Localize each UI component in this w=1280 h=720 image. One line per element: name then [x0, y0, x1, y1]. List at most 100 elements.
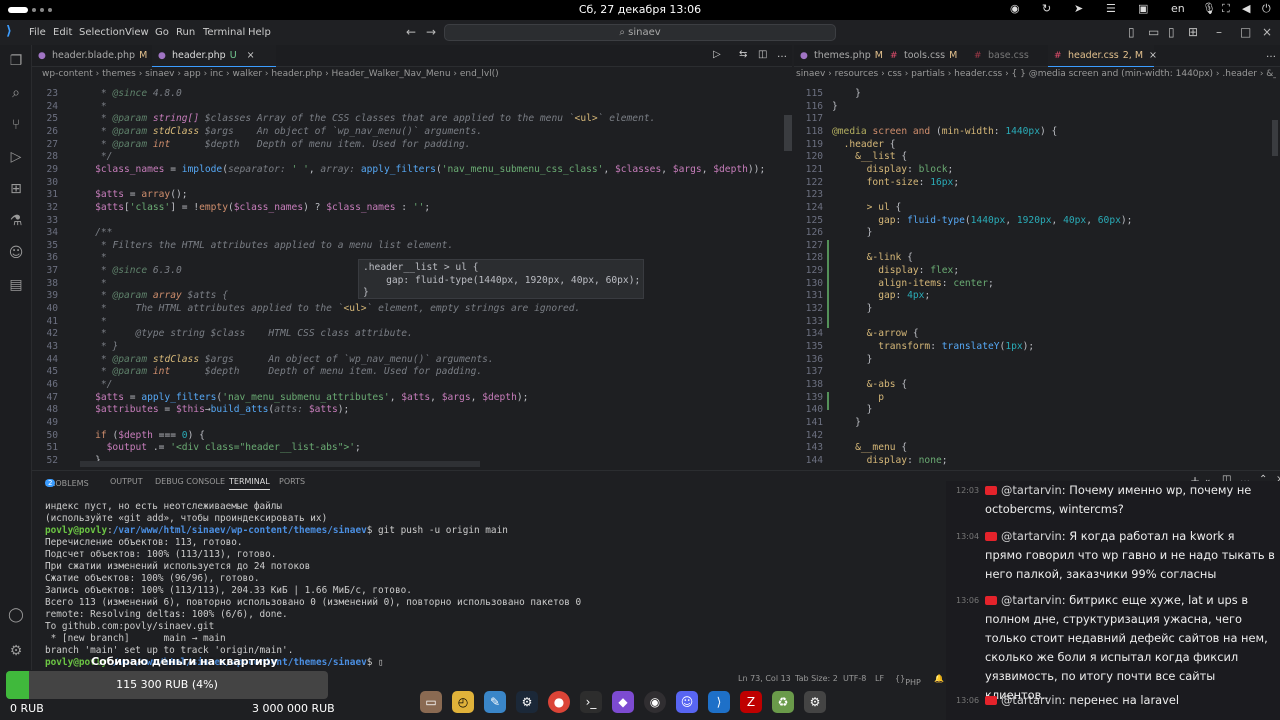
menu-file[interactable]: File — [29, 27, 46, 38]
code-line[interactable]: 137 — [796, 366, 1280, 379]
more-actions-icon[interactable]: … — [777, 49, 787, 60]
workspace-dot[interactable] — [32, 8, 36, 12]
code-line[interactable]: 140 } — [796, 404, 1280, 417]
code-text[interactable]: } — [832, 303, 873, 316]
compare-icon[interactable]: ⇆ — [739, 49, 747, 60]
terminal-output[interactable]: индекс пуст, но есть неотслеживаемые фай… — [45, 501, 581, 669]
close-window-icon[interactable]: × — [1262, 25, 1272, 39]
encoding[interactable]: UTF-8 — [843, 674, 866, 683]
split-editor-icon[interactable]: ◫ — [758, 49, 767, 60]
code-text[interactable]: $atts = array(); — [72, 189, 187, 202]
code-line[interactable]: 43 * } — [32, 341, 794, 354]
code-line[interactable]: 138 &-abs { — [796, 379, 1280, 392]
settings-icon[interactable]: ⚙ — [804, 691, 826, 713]
line-endings[interactable]: LF — [875, 674, 884, 683]
code-line[interactable]: 130 align-items: center; — [796, 278, 1280, 291]
right-editor-scrollbar[interactable] — [1272, 120, 1278, 156]
back-arrow-icon[interactable]: ← — [406, 25, 416, 39]
code-line[interactable]: 115 } — [796, 88, 1280, 101]
obs-tray-icon[interactable]: ◉ — [1010, 2, 1020, 15]
code-text[interactable]: * @param array $atts { — [72, 290, 228, 303]
code-text[interactable]: * @param int $depth Depth of menu item. … — [72, 139, 471, 152]
discord-tray-icon[interactable]: ▣ — [1138, 2, 1148, 15]
code-line[interactable]: 29 $class_names = implode(separator: ' '… — [32, 164, 794, 177]
menu-edit[interactable]: Edit — [53, 27, 72, 38]
code-text[interactable]: * } — [72, 341, 118, 354]
code-text[interactable]: } — [832, 88, 861, 101]
breadcrumb-right[interactable]: sinaev › resources › css › partials › he… — [796, 67, 1276, 82]
code-line[interactable]: 135 transform: translateY(1px); — [796, 341, 1280, 354]
menu-help[interactable]: Help — [248, 27, 271, 38]
code-text[interactable]: display: flex; — [832, 265, 959, 278]
toggle-panel-icon[interactable]: ▭ — [1148, 25, 1159, 39]
code-line[interactable]: 123 — [796, 189, 1280, 202]
language-mode[interactable]: {} PHP — [895, 674, 921, 687]
code-line[interactable]: 24 * — [32, 101, 794, 114]
code-line[interactable]: 122 font-size: 16px; — [796, 177, 1280, 190]
power-icon[interactable]: ⏻ — [1262, 2, 1271, 16]
menu-run[interactable]: Run — [176, 27, 195, 38]
clock-icon[interactable]: ◴ — [452, 691, 474, 713]
code-text[interactable]: * @since 4.8.0 — [72, 88, 182, 101]
tab-terminal[interactable]: TERMINAL — [229, 477, 270, 490]
tab-ports[interactable]: PORTS — [279, 477, 305, 486]
code-text[interactable]: font-size: 16px; — [832, 177, 959, 190]
code-line[interactable]: 34 /** — [32, 227, 794, 240]
obsidian-icon[interactable]: ◆ — [612, 691, 634, 713]
code-line[interactable]: 136 } — [796, 354, 1280, 367]
close-tab-icon[interactable]: × — [247, 50, 255, 61]
code-line[interactable]: 23 * @since 4.8.0 — [32, 88, 794, 101]
code-line[interactable]: 31 $atts = array(); — [32, 189, 794, 202]
code-line[interactable]: 45 * @param int $depth Depth of menu ite… — [32, 366, 794, 379]
remote-explorer-icon[interactable]: ▤ — [8, 277, 24, 293]
left-editor-scrollbar[interactable] — [784, 115, 792, 151]
right-code-editor[interactable]: 115 } 116} 117 118 @media screen and (min-wi… — [796, 84, 1280, 468]
telegram-tray-icon[interactable]: ➤ — [1074, 2, 1083, 15]
files-icon[interactable]: ▭ — [420, 691, 442, 713]
code-text[interactable]: > ul { — [832, 202, 902, 215]
filezilla-icon[interactable]: Z — [740, 691, 762, 713]
notifications-icon[interactable]: 🔔 — [934, 674, 944, 683]
source-control-icon[interactable]: ⑂ — [8, 117, 24, 133]
code-text[interactable]: * The HTML attributes applied to the `<u… — [72, 303, 580, 316]
obs-icon[interactable]: ◉ — [644, 691, 666, 713]
clock[interactable]: Сб, 27 декабря 13:06 — [560, 3, 720, 16]
account-icon[interactable]: ◯ — [8, 607, 24, 623]
tab-header-php[interactable]: ● header.php U × — [152, 45, 276, 67]
code-line[interactable]: 121 display: block; — [796, 164, 1280, 177]
code-line[interactable]: 125 gap: fluid-type(1440px, 1920px, 40px… — [796, 215, 1280, 228]
menu-selection[interactable]: Selection — [79, 27, 125, 38]
tab-debug-console[interactable]: DEBUG CONSOLE — [155, 477, 225, 486]
code-line[interactable]: 134 &-arrow { — [796, 328, 1280, 341]
code-line[interactable]: 50 if ($depth === 0) { — [32, 430, 794, 443]
steam-icon[interactable]: ⚙ — [516, 691, 538, 713]
tab-tools-css[interactable]: # tools.css M — [884, 45, 962, 67]
code-line[interactable]: 127 — [796, 240, 1280, 253]
vscode-icon[interactable]: ⟩ — [708, 691, 730, 713]
forward-arrow-icon[interactable]: → — [426, 25, 436, 39]
tab-base-css[interactable]: # base.css — [968, 45, 1042, 67]
code-text[interactable]: &-abs { — [832, 379, 907, 392]
code-line[interactable]: 47 $atts = apply_filters('nav_menu_subme… — [32, 392, 794, 405]
code-text[interactable]: align-items: center; — [832, 278, 994, 291]
workspace-indicator[interactable] — [8, 7, 28, 13]
code-line[interactable]: 51 $output .= '<div class="header__list-… — [32, 442, 794, 455]
code-text[interactable]: $attributes = $this→build_atts(atts: $at… — [72, 404, 349, 417]
toggle-sidebar-icon[interactable]: ▯ — [1128, 25, 1135, 39]
code-text[interactable]: */ — [72, 379, 113, 392]
toggle-secondary-sidebar-icon[interactable]: ▯ — [1168, 25, 1175, 39]
code-line[interactable]: 32 $atts['class'] = !empty($class_names)… — [32, 202, 794, 215]
menu-view[interactable]: View — [125, 27, 149, 38]
terminal-icon[interactable]: ›_ — [580, 691, 602, 713]
code-line[interactable]: 126 } — [796, 227, 1280, 240]
code-text[interactable]: * — [72, 252, 107, 265]
code-text[interactable]: } — [832, 101, 838, 114]
code-line[interactable]: 132 } — [796, 303, 1280, 316]
code-line[interactable]: 116} — [796, 101, 1280, 114]
code-text[interactable]: */ — [72, 151, 113, 164]
left-editor-h-scrollbar[interactable] — [80, 461, 480, 467]
tab-themes-php[interactable]: ● themes.php M — [794, 45, 883, 67]
code-text[interactable]: * @type string $class HTML CSS class att… — [72, 328, 413, 341]
equalizer-tray-icon[interactable]: ☰ — [1106, 2, 1116, 15]
run-debug-icon[interactable]: ▷ — [8, 149, 24, 165]
